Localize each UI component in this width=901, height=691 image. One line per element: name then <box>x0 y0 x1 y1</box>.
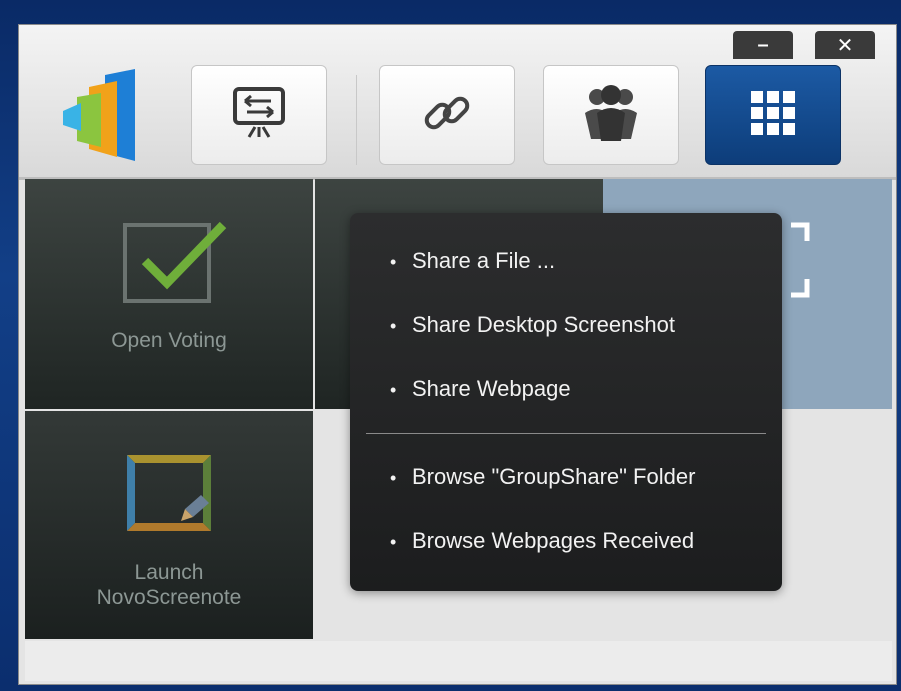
app-logo <box>59 69 139 165</box>
menu-divider <box>366 433 766 434</box>
menu-item-share-file[interactable]: • Share a File ... <box>390 241 555 281</box>
screen-share-icon <box>227 85 291 146</box>
novoscreenote-icon <box>123 451 219 540</box>
app-window: – ✕ Open Voting Launch NovoScreenote • S… <box>18 24 897 685</box>
screen-share-button[interactable] <box>191 65 327 165</box>
close-button[interactable]: ✕ <box>815 31 875 59</box>
bullet-icon: • <box>390 532 397 552</box>
bullet-icon: • <box>390 252 397 272</box>
minimize-button[interactable]: – <box>733 31 793 59</box>
launch-label-line1: Launch <box>134 561 204 584</box>
bullet-icon: • <box>390 468 397 488</box>
menu-item-label: Share Desktop Screenshot <box>412 312 675 337</box>
bullet-icon: • <box>390 316 397 336</box>
menu-item-share-screenshot[interactable]: • Share Desktop Screenshot <box>390 305 675 345</box>
launch-label-line2: NovoScreenote <box>96 586 242 609</box>
close-icon: ✕ <box>836 34 854 57</box>
menu-item-browse-groupshare[interactable]: • Browse "GroupShare" Folder <box>390 457 695 497</box>
open-voting-tile[interactable]: Open Voting <box>25 179 313 409</box>
bullet-icon: • <box>390 380 397 400</box>
menu-item-label: Share Webpage <box>412 376 571 401</box>
group-icon <box>583 83 639 148</box>
status-strip <box>25 641 892 681</box>
menu-item-browse-webpages[interactable]: • Browse Webpages Received <box>390 521 694 561</box>
menu-item-label: Browse Webpages Received <box>412 528 695 553</box>
menu-item-share-webpage[interactable]: • Share Webpage <box>390 369 571 409</box>
apps-button[interactable] <box>705 65 841 165</box>
minimize-icon: – <box>757 33 769 56</box>
toolbar-divider <box>356 75 357 165</box>
open-voting-label: Open Voting <box>111 329 227 352</box>
link-icon <box>417 83 477 148</box>
link-button[interactable] <box>379 65 515 165</box>
menu-item-label: Share a File ... <box>412 248 556 273</box>
group-button[interactable] <box>543 65 679 165</box>
fullscreen-corner-icon <box>787 221 811 306</box>
apps-grid-icon <box>751 90 795 140</box>
share-context-menu: • Share a File ... • Share Desktop Screens… <box>350 213 782 591</box>
launch-novoscreenote-tile[interactable]: Launch NovoScreenote <box>25 411 313 639</box>
menu-item-label: Browse "GroupShare" Folder <box>412 464 696 489</box>
checkbox-check-icon <box>123 221 227 310</box>
